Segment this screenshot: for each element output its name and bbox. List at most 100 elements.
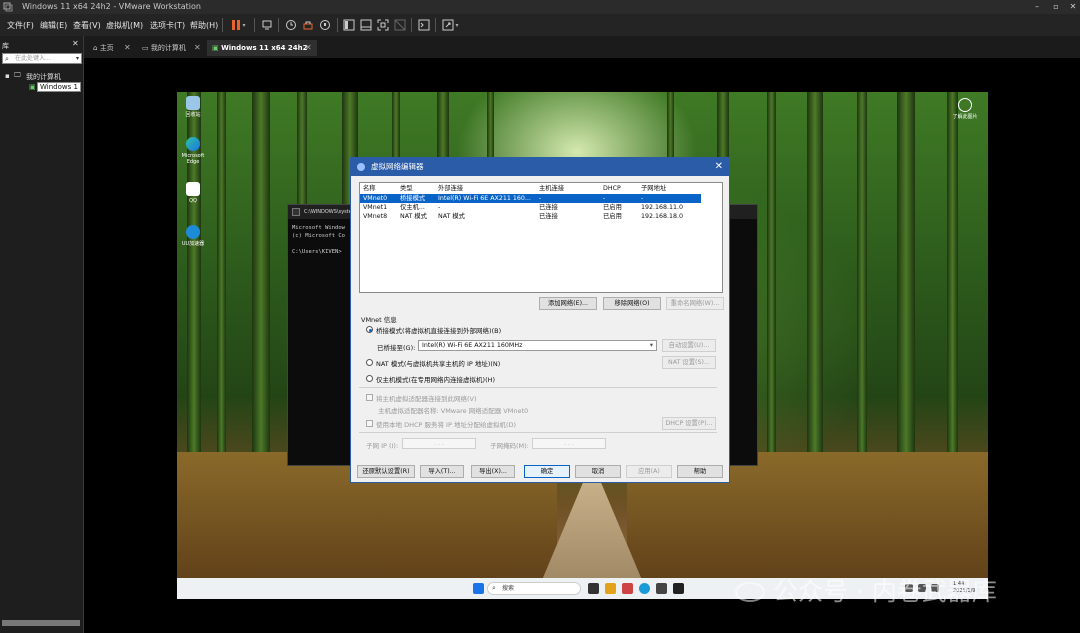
bridged-radio-label[interactable]: 桥接模式(将虚拟机直接连接到外部网络)(B) — [376, 325, 501, 335]
network-list-header: 名称 类型 外部连接 主机连接 DHCP 子网地址 — [360, 184, 722, 193]
recycle-bin-icon — [186, 96, 200, 110]
desktop-icon-edge[interactable]: Microsoft Edge — [178, 137, 208, 165]
rename-network-button[interactable]: 重命名网络(W)... — [666, 297, 724, 310]
export-button[interactable]: 导出(X)... — [471, 465, 515, 478]
cancel-button[interactable]: 取消 — [575, 465, 621, 478]
menu-tabs[interactable]: 选项卡(T) — [150, 20, 185, 31]
thumbnail-bar-icon[interactable] — [358, 17, 374, 33]
minimize-button[interactable]: – — [1030, 0, 1044, 14]
library-scrollbar[interactable] — [2, 620, 80, 626]
library-search-placeholder: 在此处键入... — [15, 55, 51, 62]
dialog-title-bar[interactable]: 虚拟网络编辑器 ✕ — [351, 158, 729, 176]
restore-defaults-button[interactable]: 还原默认设置(R) — [357, 465, 415, 478]
close-window-button[interactable]: ✕ — [1066, 0, 1080, 14]
vmware-logo-icon — [3, 2, 13, 12]
full-screen-icon[interactable] — [375, 17, 391, 33]
nat-settings-button[interactable]: NAT 设置(S)... — [662, 356, 716, 369]
menu-help[interactable]: 帮助(H) — [190, 20, 218, 31]
tree-expand-icon[interactable]: ▪ — [5, 72, 10, 80]
use-dhcp-checkbox[interactable] — [366, 420, 373, 427]
network-icon — [357, 163, 365, 171]
desktop-icon-uu[interactable]: UU加速器 — [178, 225, 208, 247]
subnet-ip-field[interactable]: . . . — [402, 438, 476, 449]
camera-icon — [958, 98, 972, 112]
tab-windows-vm[interactable]: ▣ Windows 11 x64 24h2 ✕ — [207, 40, 317, 56]
use-dhcp-label[interactable]: 使用本地 DHCP 服务将 IP 地址分配给虚拟机(D) — [376, 419, 516, 429]
uu-label: UU加速器 — [181, 241, 205, 247]
revert-snapshot-icon[interactable] — [300, 17, 316, 33]
remove-network-button[interactable]: 移除网络(O) — [603, 297, 661, 310]
edge-label: Microsoft Edge — [181, 153, 205, 165]
unity-mode-icon[interactable] — [392, 17, 408, 33]
add-network-button[interactable]: 添加网络(E)... — [539, 297, 597, 310]
col-type[interactable]: 类型 — [400, 184, 413, 193]
show-library-icon[interactable] — [341, 17, 357, 33]
console-view-icon[interactable] — [416, 17, 432, 33]
maximize-button[interactable]: ▫ — [1049, 0, 1063, 14]
wechat-icon — [735, 582, 765, 602]
cell-dhcp: 已启用 — [603, 213, 622, 220]
terminal-taskbar-icon[interactable] — [673, 583, 684, 594]
snapshot-icon[interactable] — [283, 17, 299, 33]
col-external[interactable]: 外部连接 — [438, 184, 463, 193]
table-row[interactable]: VMnet8 NAT 模式 NAT 模式 已连接 已启用 192.168.18.… — [360, 212, 722, 221]
library-search-input[interactable]: ⌕ 在此处键入... ▾ — [2, 53, 82, 64]
col-name[interactable]: 名称 — [363, 184, 376, 193]
connect-adapter-checkbox[interactable] — [366, 394, 373, 401]
auto-settings-button[interactable]: 自动设置(U)... — [662, 339, 716, 352]
vm-running-icon: ▣ — [212, 44, 219, 52]
start-icon[interactable] — [473, 583, 484, 594]
col-host[interactable]: 主机连接 — [539, 184, 564, 193]
settings-taskbar-icon[interactable] — [656, 583, 667, 594]
menu-view[interactable]: 查看(V) — [73, 20, 101, 31]
dhcp-settings-button[interactable]: DHCP 设置(P)... — [662, 417, 716, 430]
tab-my-computer[interactable]: ▭ 我的计算机 ✕ — [137, 40, 203, 56]
pause-dropdown-icon[interactable]: ▾ — [240, 17, 248, 33]
apply-button[interactable]: 应用(A) — [626, 465, 672, 478]
snapshot-manager-icon[interactable] — [317, 17, 333, 33]
help-button[interactable]: 帮助 — [677, 465, 723, 478]
taskbar-search[interactable]: ⌕ 搜索 — [487, 582, 581, 595]
task-view-icon[interactable] — [588, 583, 599, 594]
tree-item-my-computer[interactable]: 我的计算机 — [26, 72, 61, 82]
nat-radio-label[interactable]: NAT 模式(与虚拟机共享主机的 IP 地址)(N) — [376, 358, 500, 368]
host-only-radio[interactable] — [366, 375, 373, 382]
desktop-icon-recycle-bin[interactable]: 回收站 — [178, 96, 208, 118]
edge-taskbar-icon[interactable] — [639, 583, 650, 594]
network-list[interactable]: 名称 类型 外部连接 主机连接 DHCP 子网地址 VMnet0 桥接模式 In… — [359, 182, 723, 293]
chevron-down-icon[interactable]: ▾ — [76, 54, 79, 64]
table-row[interactable]: VMnet1 仅主机... - 已连接 已启用 192.168.11.0 — [360, 203, 722, 212]
stretch-dropdown-icon[interactable]: ▾ — [453, 17, 461, 33]
send-ctrl-alt-del-icon[interactable] — [259, 17, 275, 33]
subnet-ip-label: 子网 IP (I): — [366, 442, 399, 450]
col-subnet[interactable]: 子网地址 — [641, 184, 666, 193]
host-only-radio-label[interactable]: 仅主机模式(在专用网络内连接虚拟机)(H) — [376, 374, 495, 384]
table-row[interactable]: VMnet0 桥接模式 Intel(R) Wi-Fi 6E AX211 160.… — [360, 194, 701, 203]
tree-item-vm[interactable]: Windows 1 — [37, 82, 81, 92]
close-icon[interactable]: ✕ — [715, 158, 723, 176]
subnet-mask-field[interactable]: . . . — [532, 438, 606, 449]
bridged-radio[interactable] — [366, 326, 373, 333]
chevron-down-icon: ▾ — [649, 342, 653, 349]
menu-vm[interactable]: 虚拟机(M) — [106, 20, 143, 31]
ok-button[interactable]: 确定 — [524, 465, 570, 478]
cell-dhcp: - — [603, 195, 606, 202]
learn-about-picture[interactable]: 了解此图片 — [947, 98, 983, 120]
store-icon[interactable] — [622, 583, 633, 594]
menu-edit[interactable]: 编辑(E) — [40, 20, 67, 31]
file-explorer-icon[interactable] — [605, 583, 616, 594]
tab-home[interactable]: ⌂ 主页 ✕ — [88, 40, 134, 56]
tab-windows-vm-close-icon[interactable]: ✕ — [305, 40, 312, 56]
nat-radio[interactable] — [366, 359, 373, 366]
connect-adapter-label[interactable]: 将主机虚拟适配器连接到此网络(V) — [376, 393, 477, 403]
tab-my-computer-close-icon[interactable]: ✕ — [194, 40, 201, 56]
bridged-to-label: 已桥接至(G): — [377, 344, 416, 352]
bridged-adapter-select[interactable]: Intel(R) Wi-Fi 6E AX211 160MHz ▾ — [418, 340, 657, 351]
cmd-output[interactable]: Microsoft Window (c) Microsoft Co C:\User… — [292, 224, 345, 256]
tab-home-close-icon[interactable]: ✕ — [124, 40, 131, 56]
import-button[interactable]: 导入(T)... — [420, 465, 464, 478]
desktop-icon-qq[interactable]: QQ — [178, 182, 208, 204]
library-close-icon[interactable]: ✕ — [72, 39, 79, 48]
menu-file[interactable]: 文件(F) — [7, 20, 34, 31]
col-dhcp[interactable]: DHCP — [603, 184, 621, 193]
